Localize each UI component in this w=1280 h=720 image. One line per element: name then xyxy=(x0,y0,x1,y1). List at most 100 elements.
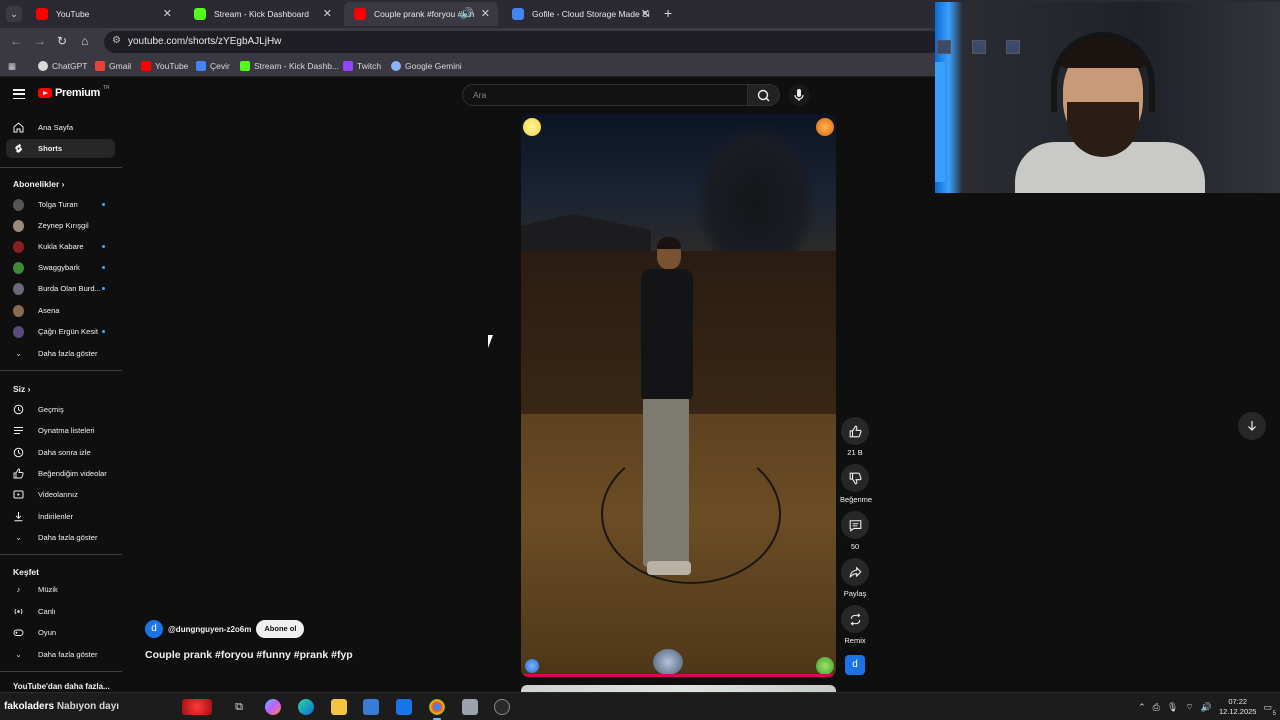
bookmark-gmail[interactable]: Gmail xyxy=(95,61,131,71)
edge-icon[interactable] xyxy=(298,699,314,715)
sidebar-item-subscription[interactable]: Tolga Turan xyxy=(6,195,115,214)
channel-avatar xyxy=(13,261,24,274)
sidebar-item-shorts[interactable]: Shorts xyxy=(6,139,115,158)
sidebar-item-playlists[interactable]: Oynatma listeleri xyxy=(6,421,115,440)
tab-gofile[interactable]: Gofile - Cloud Storage Made Si ✕ xyxy=(502,2,658,26)
sidebar-item-music[interactable]: ♪ Müzik xyxy=(6,580,115,599)
site-info-icon[interactable]: ⚙ xyxy=(112,35,121,46)
you-header[interactable]: Siz › xyxy=(13,384,31,394)
wifi-icon[interactable]: ⌔ xyxy=(1185,702,1193,713)
show-more-you-button[interactable]: ⌄ Daha fazla göster xyxy=(6,528,115,547)
tab-couple-prank[interactable]: Couple prank #foryou #fun 🔊 ✕ xyxy=(344,2,498,26)
show-more-explore-button[interactable]: ⌄ Daha fazla göster xyxy=(6,645,115,664)
remix-button[interactable]: Remix xyxy=(840,605,870,645)
menu-icon[interactable] xyxy=(13,89,25,100)
microsoft-store-icon[interactable] xyxy=(363,699,379,715)
channel-name[interactable]: @dungnguyen-z2o6m xyxy=(168,625,251,634)
copilot-icon[interactable] xyxy=(265,699,281,715)
sidebar-item-subscription[interactable]: Kukla Kabare xyxy=(6,237,115,256)
bookmark-chatgpt[interactable]: ChatGPT xyxy=(38,61,87,71)
apps-grid-icon[interactable]: ▦ xyxy=(8,61,16,72)
search-placeholder: Ara xyxy=(473,90,487,100)
bookmark-gemini[interactable]: Google Gemini xyxy=(391,61,462,71)
sidebar-item-gaming[interactable]: Oyun xyxy=(6,623,115,642)
like-button[interactable]: 21 B xyxy=(840,417,870,457)
close-icon[interactable]: ✕ xyxy=(481,7,490,20)
subscriptions-header[interactable]: Abonelikler › xyxy=(13,179,65,189)
sidebar-item-downloads[interactable]: İndirilenler xyxy=(6,507,115,526)
tab-kick-dashboard[interactable]: Stream - Kick Dashboard ✕ xyxy=(184,2,340,26)
subscribe-button[interactable]: Abone ol xyxy=(256,620,305,638)
like-icon-wrap[interactable] xyxy=(841,417,869,445)
sidebar-item-subscription[interactable]: Burda Olan Burd... xyxy=(6,279,115,298)
chrome-icon[interactable] xyxy=(429,699,445,720)
app-icon[interactable] xyxy=(462,699,478,715)
close-icon[interactable]: ✕ xyxy=(323,7,332,20)
bookmark-kick[interactable]: Stream - Kick Dashb... xyxy=(240,61,339,71)
remix-icon-wrap[interactable] xyxy=(841,605,869,633)
home-icon[interactable]: ⌂ xyxy=(81,34,88,48)
sidebar-item-label: Oyun xyxy=(38,628,57,637)
tab-youtube[interactable]: YouTube ✕ xyxy=(26,2,180,26)
remix-icon xyxy=(850,613,860,625)
arrow-down-icon xyxy=(1248,421,1256,431)
video-progress-bar[interactable] xyxy=(521,674,836,677)
sidebar-item-subscription[interactable]: Zeynep Kırışgil xyxy=(6,216,115,235)
speaker-icon[interactable]: 🔊 xyxy=(460,7,474,20)
gemini-icon xyxy=(391,61,401,71)
bookmark-label: Twitch xyxy=(357,61,382,71)
close-icon[interactable]: ✕ xyxy=(163,7,172,20)
dislike-button[interactable]: Beğenme xyxy=(840,464,872,504)
file-explorer-icon[interactable] xyxy=(331,699,347,715)
chevron-up-icon[interactable]: ⌃ xyxy=(1138,702,1146,713)
bookmark-twitch[interactable]: Twitch xyxy=(343,61,381,71)
voice-search-button[interactable] xyxy=(788,84,810,106)
next-short-button[interactable] xyxy=(1238,412,1266,440)
live-icon xyxy=(13,606,24,617)
forward-arrow-icon[interactable]: → xyxy=(34,34,46,48)
tab-search-menu-button[interactable]: ⌄ xyxy=(6,6,22,22)
reload-icon[interactable]: ↻ xyxy=(57,34,67,48)
show-more-subscriptions-button[interactable]: ⌄ Daha fazla göster xyxy=(6,344,115,363)
outlook-icon[interactable] xyxy=(396,699,412,715)
task-view-icon[interactable]: ⧉ xyxy=(231,699,247,715)
sidebar-item-live[interactable]: Canlı xyxy=(6,602,115,621)
volume-icon[interactable]: 🔊 xyxy=(1201,702,1212,713)
youtube-premium-logo[interactable]: Premium TR xyxy=(38,85,110,99)
search-input[interactable]: Ara xyxy=(462,84,748,106)
back-arrow-icon[interactable]: ← xyxy=(10,34,22,48)
new-content-dot xyxy=(102,245,105,248)
flower-widget-icon[interactable] xyxy=(182,699,212,715)
microphone-icon[interactable]: 🎙 xyxy=(1167,702,1178,713)
url-text: youtube.com/shorts/zYEgbAJLjHw xyxy=(128,36,282,47)
channel-thumbnail[interactable]: d xyxy=(845,655,865,675)
comments-button[interactable]: 50 xyxy=(840,511,870,551)
close-icon[interactable]: ✕ xyxy=(641,7,650,20)
channel-avatar xyxy=(13,325,24,338)
new-content-dot xyxy=(102,287,105,290)
share-icon-wrap[interactable] xyxy=(841,558,869,586)
sidebar-item-home[interactable]: Ana Sayfa xyxy=(6,118,115,137)
dislike-icon-wrap[interactable] xyxy=(841,464,869,492)
sidebar-item-subscription[interactable]: Çağrı Ergün Kesit xyxy=(6,322,115,341)
new-tab-button[interactable]: + xyxy=(664,5,672,21)
bookmark-translate[interactable]: Çevir xyxy=(196,61,230,71)
comments-icon-wrap[interactable] xyxy=(841,511,869,539)
sidebar-item-watch-later[interactable]: Daha sonra izle xyxy=(6,443,115,462)
share-button[interactable]: Paylaş xyxy=(840,558,870,598)
notification-icon[interactable]: ▭ 5 xyxy=(1263,702,1276,717)
media-player-icon[interactable] xyxy=(494,699,510,715)
channel-avatar[interactable]: d xyxy=(145,620,163,638)
address-bar[interactable]: ⚙ youtube.com/shorts/zYEgbAJLjHw xyxy=(104,31,944,53)
bookmark-youtube[interactable]: YouTube xyxy=(141,61,188,71)
short-video-player[interactable] xyxy=(521,114,836,677)
clock[interactable]: 07:22 12.12.2025 xyxy=(1219,697,1257,717)
sidebar-item-subscription[interactable]: Swaggybark xyxy=(6,258,115,277)
sidebar-item-subscription[interactable]: Asena xyxy=(6,301,115,320)
sidebar-item-history[interactable]: Geçmiş xyxy=(6,400,115,419)
network-icon[interactable]: ⎙ xyxy=(1153,702,1160,713)
sidebar-item-your-videos[interactable]: Videolarınız xyxy=(6,485,115,504)
search-button[interactable] xyxy=(748,84,780,106)
chevron-down-icon: ⌄ xyxy=(15,533,22,542)
sidebar-item-liked-videos[interactable]: Beğendiğim videolar xyxy=(6,464,115,483)
